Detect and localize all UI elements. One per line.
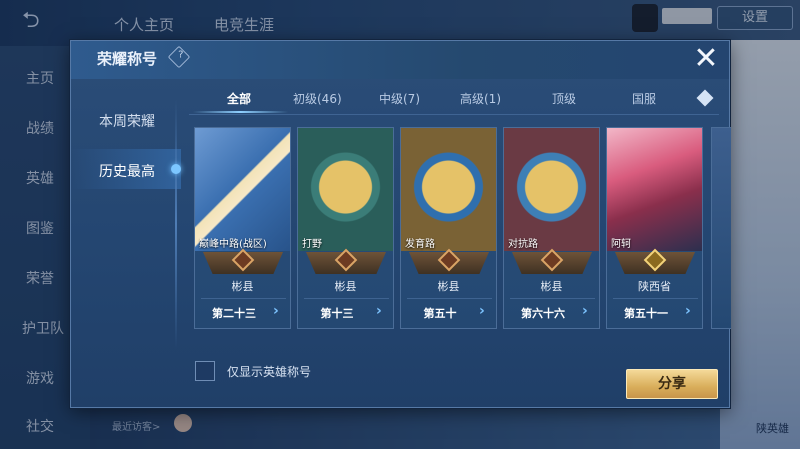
card-art: [401, 128, 496, 251]
hero-portrait-art: [607, 128, 702, 251]
tab-active-underline: [193, 111, 288, 113]
chevron-right-icon[interactable]: ›: [376, 303, 382, 319]
close-icon[interactable]: ✕: [691, 44, 721, 75]
card-title-name: 巅峰中路(战区): [199, 239, 267, 250]
card-divider: [407, 298, 492, 299]
title-card[interactable]: 发育路 彬县 第五十 ›: [400, 127, 497, 329]
card-region: 彬县: [437, 280, 460, 293]
left-nav-weekly-honor[interactable]: 本周荣耀: [99, 111, 155, 131]
tab-top[interactable]: 顶级: [552, 90, 576, 107]
nav-divider: [175, 99, 177, 349]
title-card[interactable]: 打野 彬县 第十三 ›: [297, 127, 394, 329]
left-nav-history-best[interactable]: 历史最高: [99, 161, 155, 181]
tab-advanced[interactable]: 高级(1): [460, 90, 501, 107]
share-button[interactable]: 分享: [626, 369, 718, 399]
active-dot-icon: [171, 164, 181, 174]
honor-title-modal: 荣耀称号 ? ✕ 本周荣耀 历史最高 全部 初级(46) 中级(7) 高级(1)…: [70, 40, 731, 408]
card-region: 陕西省: [638, 280, 671, 293]
card-region: 彬县: [334, 280, 357, 293]
title-card[interactable]: 巅峰中路(战区) 彬县 第二十三 ›: [194, 127, 291, 329]
chevron-right-icon[interactable]: ›: [582, 303, 588, 319]
modal-title: 荣耀称号: [97, 50, 158, 68]
title-card[interactable]: 对抗路 彬县 第六十六 ›: [503, 127, 600, 329]
hero-only-checkbox[interactable]: [195, 361, 215, 381]
card-divider: [613, 298, 698, 299]
card-divider: [304, 298, 389, 299]
title-card[interactable]: 阿轲 陕西省 第五十一 ›: [606, 127, 703, 329]
card-title-name: 打野: [302, 239, 322, 250]
chevron-right-icon[interactable]: ›: [685, 303, 691, 319]
card-art: [195, 128, 290, 251]
chevron-right-icon[interactable]: ›: [479, 303, 485, 319]
card-title-name: 发育路: [405, 239, 435, 250]
more-tabs-icon[interactable]: [696, 89, 714, 107]
card-rank: 第二十三: [212, 307, 256, 320]
card-divider: [510, 298, 595, 299]
tab-all[interactable]: 全部: [227, 90, 251, 107]
tabs-divider: [189, 114, 719, 115]
tab-intermediate[interactable]: 中级(7): [379, 90, 420, 107]
chevron-right-icon[interactable]: ›: [273, 303, 279, 319]
hero-only-label: 仅显示英雄称号: [227, 365, 312, 379]
card-art: [504, 128, 599, 251]
card-rank: 第五十: [423, 307, 457, 320]
card-rank: 第五十一: [624, 307, 668, 320]
card-title-name: 对抗路: [508, 239, 538, 250]
card-rank: 第十三: [320, 307, 354, 320]
tab-national[interactable]: 国服: [632, 90, 656, 107]
next-card-peek[interactable]: [711, 127, 731, 329]
card-art: [298, 128, 393, 251]
tab-junior[interactable]: 初级(46): [293, 90, 342, 107]
card-rank: 第六十六: [521, 307, 565, 320]
card-divider: [201, 298, 286, 299]
card-title-name: 阿轲: [611, 239, 631, 250]
card-region: 彬县: [231, 280, 254, 293]
card-region: 彬县: [540, 280, 563, 293]
